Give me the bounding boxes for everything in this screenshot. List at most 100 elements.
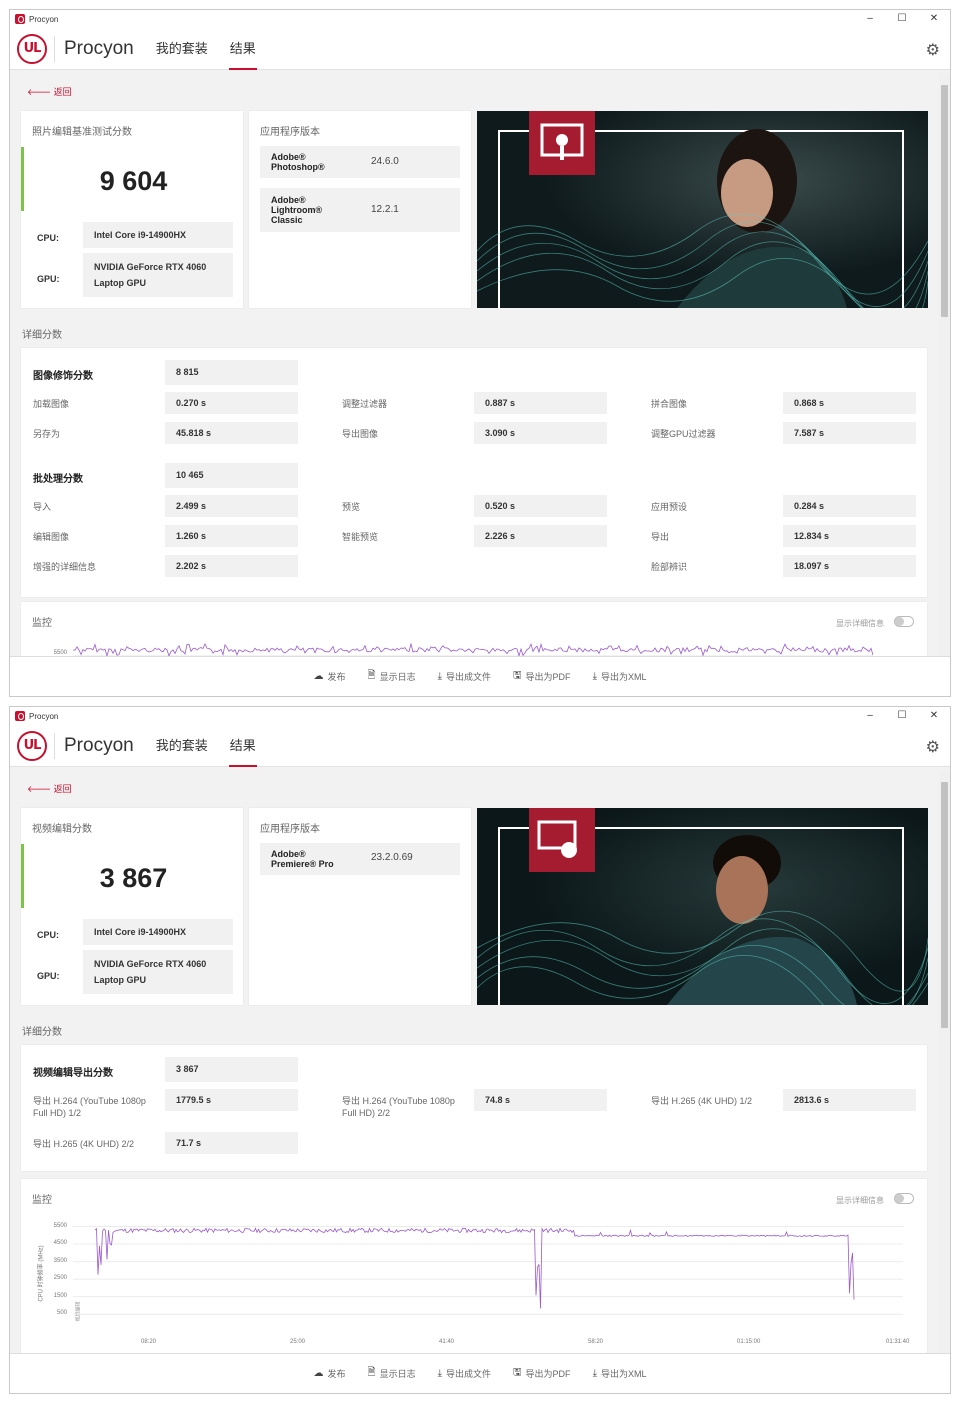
metric-label: 导出图像 xyxy=(342,429,379,439)
back-label: 返回 xyxy=(53,784,72,794)
metric-value: 2.202 s xyxy=(165,555,298,577)
window-controls: – ☐ ✕ xyxy=(854,10,950,28)
title-bar: Procyon – ☐ ✕ xyxy=(10,10,950,28)
export-xml-button[interactable]: ⤓ 导出为XML xyxy=(593,1367,647,1380)
minimize-icon[interactable]: – xyxy=(854,10,886,28)
metric-label-line: 导出 H.264 (YouTube 1080p xyxy=(33,1096,146,1106)
details-card: 图像修饰分数 8 815 加载图像 0.270 s 调整过滤器 0.887 s … xyxy=(21,348,927,597)
metric-label: 导出 H.264 (YouTube 1080p Full HD) 2/2 xyxy=(342,1095,455,1119)
metric-label: 导出 xyxy=(651,532,670,542)
tab-my-suites[interactable]: 我的套装 xyxy=(156,725,208,767)
download-icon: ⤓ xyxy=(437,1368,442,1379)
metric-value: 18.097 s xyxy=(783,555,916,577)
close-icon[interactable]: ✕ xyxy=(918,10,950,28)
cpu-label: CPU: xyxy=(37,930,59,940)
score-card: 视频编辑分数 3 867 CPU: Intel Core i9-14900HX … xyxy=(21,808,243,1005)
gpu-line-1: NVIDIA GeForce RTX 4060 xyxy=(94,262,207,272)
app-name: Adobe® xyxy=(271,152,306,162)
details-section-label: 详细分数 xyxy=(22,330,62,341)
export-file-label: 导出成文件 xyxy=(446,672,492,682)
brand-name: Procyon xyxy=(64,734,134,756)
export-file-button[interactable]: ⤓ 导出成文件 xyxy=(438,1367,491,1380)
maximize-icon[interactable]: ☐ xyxy=(886,707,918,725)
export-pdf-button[interactable]: 🖫 导出为PDF xyxy=(513,668,571,685)
metric-label: 导入 xyxy=(33,502,52,512)
metric-label-line: Full HD) 1/2 xyxy=(33,1108,82,1118)
app-icon xyxy=(15,14,25,24)
scrollbar-thumb[interactable] xyxy=(941,85,948,317)
footer-toolbar: ☁ 发布 🗎 显示日志 ⤓ 导出成文件 🖫 导出为PDF ⤓ 导出为XML xyxy=(10,656,950,696)
score-title: 照片编辑基准测试分数 xyxy=(32,127,132,138)
scrollbar-thumb[interactable] xyxy=(941,782,948,1028)
metric-value: 0.520 s xyxy=(474,495,607,517)
app-lightroom: Adobe® Lightroom® Classic 12.2.1 xyxy=(260,188,460,232)
metric-value: 0.284 s xyxy=(783,495,916,517)
benchmark-hero-image xyxy=(477,111,928,308)
publish-label: 发布 xyxy=(327,1369,346,1379)
export-file-button[interactable]: ⤓ 导出成文件 xyxy=(438,670,491,683)
app-name: Lightroom® xyxy=(271,205,323,215)
show-log-button[interactable]: 🗎 显示日志 xyxy=(368,1365,416,1382)
close-icon[interactable]: ✕ xyxy=(918,707,950,725)
hero-illustration xyxy=(477,808,928,1005)
procyon-window-photo: Procyon – ☐ ✕ UL Procyon 我的套装 结果 ⚙ 🡐 返回 … xyxy=(9,9,951,697)
score-card: 照片编辑基准测试分数 9 604 CPU: Intel Core i9-1490… xyxy=(21,111,243,308)
metric-label: 调整过滤器 xyxy=(342,399,388,409)
metric-value: 0.270 s xyxy=(165,392,298,414)
show-detail-label: 显示详细信息 xyxy=(836,1196,884,1205)
metric-value: 2813.6 s xyxy=(783,1089,916,1111)
download-icon: ⤓ xyxy=(437,671,442,682)
export-xml-label: 导出为XML xyxy=(600,1369,647,1379)
divider xyxy=(54,35,55,62)
app-header: UL Procyon 我的套装 结果 ⚙ xyxy=(10,28,950,70)
gear-icon[interactable]: ⚙ xyxy=(926,737,940,757)
details-card: 视频编辑导出分数 3 867 导出 H.264 (YouTube 1080p Fu… xyxy=(21,1045,927,1171)
cloud-upload-icon: ☁ xyxy=(313,671,324,682)
app-name: Premiere® Pro xyxy=(271,859,334,869)
metric-label: 调整GPU过滤器 xyxy=(651,429,716,439)
show-detail-toggle[interactable] xyxy=(894,1193,914,1204)
x-tick: 08:20 xyxy=(141,1339,157,1345)
tab-results[interactable]: 结果 xyxy=(228,28,257,70)
scrollbar[interactable] xyxy=(939,73,950,656)
app-icon xyxy=(15,711,25,721)
metric-value: 2.499 s xyxy=(165,495,298,517)
metric-value: 3.090 s xyxy=(474,422,607,444)
metric-label: 脸部辨识 xyxy=(651,562,688,572)
maximize-icon[interactable]: ☐ xyxy=(886,10,918,28)
y-tick: 4500 xyxy=(53,1240,67,1247)
x-tick: 25:00 xyxy=(290,1339,306,1345)
gpu-line-2: Laptop GPU xyxy=(94,975,146,985)
metric-label: 编辑图像 xyxy=(33,532,70,542)
tab-results[interactable]: 结果 xyxy=(228,725,257,767)
group-score: 8 815 xyxy=(165,360,298,385)
gear-icon[interactable]: ⚙ xyxy=(926,40,940,60)
arrow-left-icon: 🡐 xyxy=(27,784,52,794)
app-photoshop: Adobe® Photoshop® 24.6.0 xyxy=(260,146,460,178)
publish-button[interactable]: ☁ 发布 xyxy=(314,1367,346,1380)
back-link[interactable]: 🡐 返回 xyxy=(27,782,72,795)
scrollbar[interactable] xyxy=(939,770,950,1353)
save-icon: 🖫 xyxy=(513,1367,522,1378)
export-pdf-button[interactable]: 🖫 导出为PDF xyxy=(513,1365,571,1382)
cpu-value: Intel Core i9-14900HX xyxy=(83,919,233,945)
show-log-button[interactable]: 🗎 显示日志 xyxy=(368,668,416,685)
tab-my-suites[interactable]: 我的套装 xyxy=(156,28,208,70)
show-detail-toggle[interactable] xyxy=(894,616,914,627)
back-link[interactable]: 🡐 返回 xyxy=(27,85,72,98)
export-xml-button[interactable]: ⤓ 导出为XML xyxy=(593,670,647,683)
metric-label: 预览 xyxy=(342,502,361,512)
cpu-value: Intel Core i9-14900HX xyxy=(83,222,233,248)
app-version: 12.2.1 xyxy=(371,204,399,215)
app-version-card: 应用程序版本 Adobe® Premiere® Pro 23.2.0.69 xyxy=(249,808,471,1005)
cloud-upload-icon: ☁ xyxy=(313,1368,324,1379)
metric-label: 应用预设 xyxy=(651,502,688,512)
app-name: Photoshop® xyxy=(271,162,325,172)
show-log-label: 显示日志 xyxy=(379,1369,416,1379)
app-version-card: 应用程序版本 Adobe® Photoshop® 24.6.0 Adobe® L… xyxy=(249,111,471,308)
metric-label: 导出 H.265 (4K UHD) 2/2 xyxy=(33,1139,135,1149)
cpu-label: CPU: xyxy=(37,233,59,243)
publish-button[interactable]: ☁ 发布 xyxy=(314,670,346,683)
gpu-value: NVIDIA GeForce RTX 4060 Laptop GPU xyxy=(83,253,233,297)
minimize-icon[interactable]: – xyxy=(854,707,886,725)
